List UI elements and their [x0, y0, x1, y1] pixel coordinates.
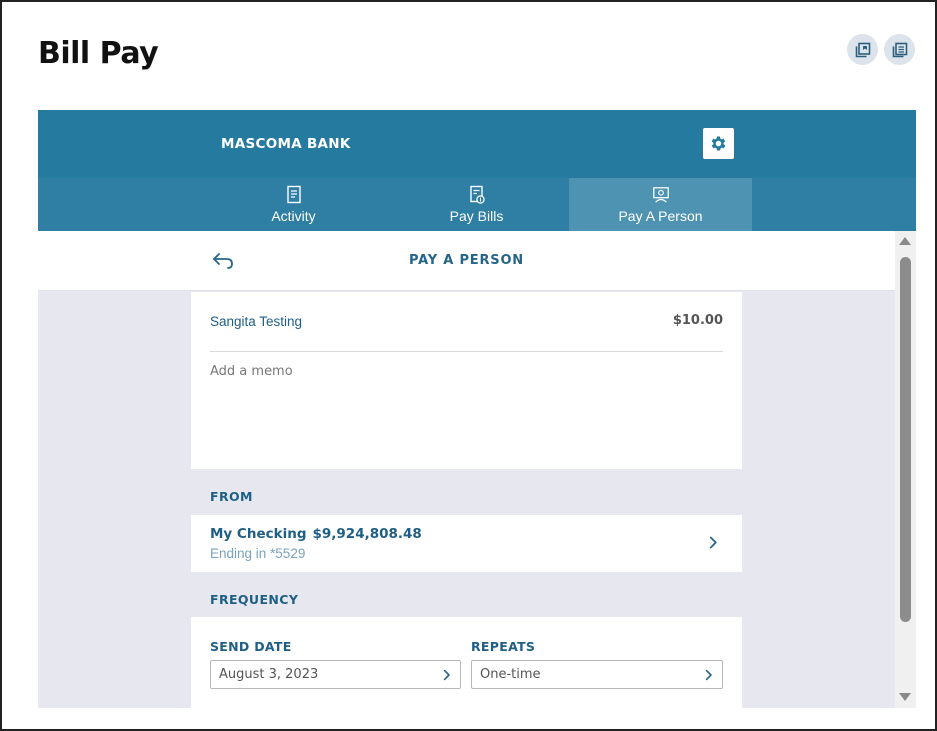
person-money-icon [652, 187, 669, 203]
subheader: PAY A PERSON [38, 231, 895, 291]
account-name: My Checking [210, 526, 307, 542]
send-date-label: SEND DATE [210, 639, 292, 654]
settings-button[interactable] [703, 128, 734, 159]
bill-dollar-icon [469, 185, 485, 204]
bank-header: MASCOMA BANK [38, 110, 916, 178]
pin-window-icon-glyph [855, 42, 870, 57]
send-date-field[interactable]: August 3, 2023 [210, 660, 461, 689]
chevron-right-icon [705, 669, 712, 681]
tab-pay-bills[interactable]: Pay Bills [385, 178, 568, 231]
tab-pay-a-person[interactable]: Pay A Person [569, 178, 752, 231]
tab-pay-bills-label: Pay Bills [449, 208, 504, 224]
payee-name[interactable]: Sangita Testing [210, 314, 302, 329]
repeats-value: One-time [480, 667, 541, 682]
repeats-label: REPEATS [471, 639, 536, 654]
gear-icon [711, 136, 726, 151]
bank-name: MASCOMA BANK [221, 136, 351, 152]
document-list-icon[interactable] [884, 34, 915, 65]
tab-activity-label: Activity [271, 208, 316, 224]
vertical-scrollbar[interactable] [895, 231, 916, 708]
account-name-line: My Checking $9,924,808.48 [210, 526, 422, 542]
from-label: FROM [210, 489, 253, 504]
scrollbar-thumb[interactable] [900, 257, 911, 622]
scroll-down-arrow-icon[interactable] [899, 693, 911, 701]
chevron-right-icon [443, 669, 450, 681]
document-list-icon-glyph [892, 42, 907, 57]
tab-bar: Activity Pay Bills Pay A Person [38, 178, 916, 231]
pin-window-icon[interactable] [847, 34, 878, 65]
scroll-up-arrow-icon[interactable] [899, 237, 911, 245]
account-ending: Ending in *5529 [210, 546, 306, 561]
payee-card: Sangita Testing $10.00 [191, 292, 742, 469]
tab-activity[interactable]: Activity [202, 178, 385, 231]
payment-amount[interactable]: $10.00 [673, 313, 723, 328]
main-content: PAY A PERSON Sangita Testing $10.00 FROM… [38, 231, 895, 708]
send-date-value: August 3, 2023 [219, 667, 319, 682]
tab-pay-a-person-label: Pay A Person [618, 208, 703, 224]
repeats-field[interactable]: One-time [471, 660, 723, 689]
memo-input[interactable] [210, 364, 723, 454]
window-frame: Bill Pay MASCOMA BANK Activity Pay Bills… [0, 0, 937, 731]
divider [210, 351, 723, 352]
account-balance: $9,924,808.48 [312, 526, 422, 542]
receipt-icon [286, 185, 301, 204]
frequency-card: SEND DATE August 3, 2023 REPEATS One-tim… [191, 617, 742, 708]
subheader-title: PAY A PERSON [409, 253, 524, 268]
page-title: Bill Pay [38, 36, 159, 71]
from-account-selector[interactable]: My Checking $9,924,808.48 Ending in *5529 [191, 515, 742, 572]
chevron-right-icon [709, 536, 717, 549]
frequency-label: FREQUENCY [210, 592, 299, 607]
